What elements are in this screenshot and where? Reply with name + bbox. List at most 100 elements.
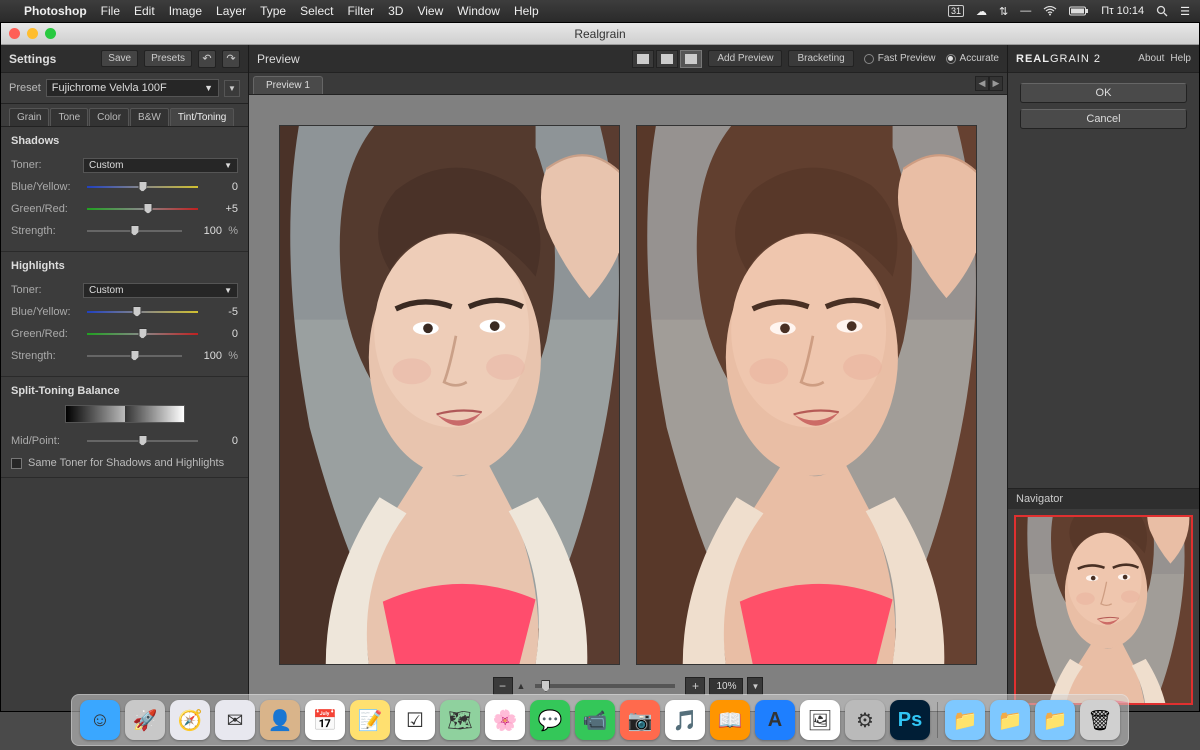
ok-button[interactable]: OK [1020, 83, 1187, 103]
highlights-strength-slider[interactable] [87, 349, 182, 363]
dock-app-calendar[interactable]: 📅 [305, 700, 345, 740]
tab-grain[interactable]: Grain [9, 108, 49, 126]
shadows-strength-value: 100 [186, 225, 222, 237]
dock-app-photoshop[interactable]: Ps [890, 700, 930, 740]
navigator-thumbnail[interactable] [1014, 515, 1193, 705]
cloud-icon[interactable]: ☁ [976, 5, 987, 18]
tab-next-button[interactable]: ▶ [989, 76, 1003, 91]
redo-icon[interactable]: ↷ [222, 50, 240, 68]
shadows-by-slider[interactable] [87, 180, 198, 194]
cancel-button[interactable]: Cancel [1020, 109, 1187, 129]
menubar-clock[interactable]: Πτ 10:14 [1101, 5, 1144, 17]
accurate-radio[interactable]: Accurate [946, 53, 999, 64]
view-split-h-button[interactable] [656, 50, 678, 68]
save-button[interactable]: Save [101, 50, 138, 67]
dock-app-appstore[interactable]: A [755, 700, 795, 740]
shadows-gr-slider[interactable] [87, 202, 198, 216]
dock-app-notes[interactable]: 📝 [350, 700, 390, 740]
tab-tint-toning[interactable]: Tint/Toning [170, 108, 235, 126]
zoom-menu-button[interactable]: ▼ [747, 677, 763, 695]
preset-menu-button[interactable]: ▼ [224, 80, 240, 97]
balance-strip[interactable] [65, 405, 185, 423]
window-close-button[interactable] [9, 28, 20, 39]
wifi-icon[interactable] [1043, 6, 1057, 16]
highlights-gr-slider[interactable] [87, 327, 198, 341]
window-minimize-button[interactable] [27, 28, 38, 39]
sync-icon[interactable]: ⇅ [999, 5, 1008, 18]
dock-app-maps[interactable]: 🗺 [440, 700, 480, 740]
tab-bw[interactable]: B&W [130, 108, 169, 126]
menu-image[interactable]: Image [169, 4, 202, 18]
highlights-by-slider[interactable] [87, 305, 198, 319]
dock-app-contacts[interactable]: 👤 [260, 700, 300, 740]
tab-color[interactable]: Color [89, 108, 129, 126]
menu-file[interactable]: File [101, 4, 120, 18]
menu-layer[interactable]: Layer [216, 4, 246, 18]
same-toner-label: Same Toner for Shadows and Highlights [28, 457, 224, 469]
add-preview-button[interactable]: Add Preview [708, 50, 782, 67]
dock-app-facetime[interactable]: 📹 [575, 700, 615, 740]
fast-preview-radio[interactable]: Fast Preview [864, 53, 936, 64]
dock-folder-other[interactable]: 📁 [1035, 700, 1075, 740]
zoom-min-icon: ▲ [517, 681, 526, 691]
dock-app-sysprefs[interactable]: ⚙ [845, 700, 885, 740]
notifications-icon[interactable]: ☰ [1180, 5, 1190, 18]
preview-before[interactable] [279, 125, 620, 665]
preview-after[interactable] [636, 125, 977, 665]
menu-window[interactable]: Window [457, 4, 500, 18]
dock-app-mail[interactable]: ✉ [215, 700, 255, 740]
dock-folder-docs[interactable]: 📁 [990, 700, 1030, 740]
dock-trash[interactable]: 🗑 [1080, 700, 1120, 740]
calendar-menuextra-icon[interactable]: 31 [948, 5, 964, 17]
shadows-toner-select[interactable]: Custom▼ [83, 158, 238, 173]
highlights-by-value: -5 [202, 306, 238, 318]
shadows-strength-slider[interactable] [87, 224, 182, 238]
dash-icon[interactable]: — [1020, 5, 1031, 17]
highlights-title: Highlights [11, 260, 238, 272]
undo-icon[interactable]: ↶ [198, 50, 216, 68]
presets-button[interactable]: Presets [144, 50, 192, 67]
menu-help[interactable]: Help [514, 4, 539, 18]
window-titlebar[interactable]: Realgrain [1, 23, 1199, 45]
help-link[interactable]: Help [1170, 53, 1191, 64]
zoom-in-button[interactable]: + [685, 677, 705, 695]
battery-icon[interactable] [1069, 6, 1089, 16]
menu-select[interactable]: Select [300, 4, 333, 18]
bracketing-button[interactable]: Bracketing [788, 50, 853, 67]
zoom-out-button[interactable]: − [493, 677, 513, 695]
menu-type[interactable]: Type [260, 4, 286, 18]
midpoint-slider[interactable] [87, 434, 198, 448]
dock-app-itunes[interactable]: 🎵 [665, 700, 705, 740]
dock-app-finder[interactable]: ☺ [80, 700, 120, 740]
menubar-app[interactable]: Photoshop [24, 4, 87, 18]
dock-folder-downloads[interactable]: 📁 [945, 700, 985, 740]
dock-app-messages[interactable]: 💬 [530, 700, 570, 740]
tab-tone[interactable]: Tone [50, 108, 88, 126]
dock-app-safari[interactable]: 🧭 [170, 700, 210, 740]
midpoint-label: Mid/Point: [11, 435, 83, 447]
dock-app-photos[interactable]: 🌸 [485, 700, 525, 740]
preset-select[interactable]: Fujichrome Velvla 100F ▼ [46, 79, 219, 97]
dock-app-reminders[interactable]: ☑ [395, 700, 435, 740]
zoom-slider[interactable] [535, 684, 675, 688]
highlights-gr-label: Green/Red: [11, 328, 83, 340]
menu-edit[interactable]: Edit [134, 4, 155, 18]
navigator-title: Navigator [1008, 489, 1199, 509]
preview-tab-1[interactable]: Preview 1 [253, 76, 323, 94]
menu-view[interactable]: View [417, 4, 443, 18]
view-single-button[interactable] [632, 50, 654, 68]
highlights-toner-select[interactable]: Custom▼ [83, 283, 238, 298]
tab-prev-button[interactable]: ◀ [975, 76, 989, 91]
dock-app-photobooth[interactable]: 📷 [620, 700, 660, 740]
about-link[interactable]: About [1138, 53, 1164, 64]
menu-filter[interactable]: Filter [347, 4, 374, 18]
spotlight-icon[interactable] [1156, 5, 1168, 17]
menu-3d[interactable]: 3D [388, 4, 403, 18]
plugin-window: Realgrain Settings Save Presets ↶ ↷ Pres… [0, 22, 1200, 712]
window-zoom-button[interactable] [45, 28, 56, 39]
same-toner-checkbox[interactable] [11, 458, 22, 469]
dock-app-launchpad[interactable]: 🚀 [125, 700, 165, 740]
dock-app-preview[interactable]: 🖼 [800, 700, 840, 740]
view-split-v-button[interactable] [680, 50, 702, 68]
dock-app-ibooks[interactable]: 📖 [710, 700, 750, 740]
